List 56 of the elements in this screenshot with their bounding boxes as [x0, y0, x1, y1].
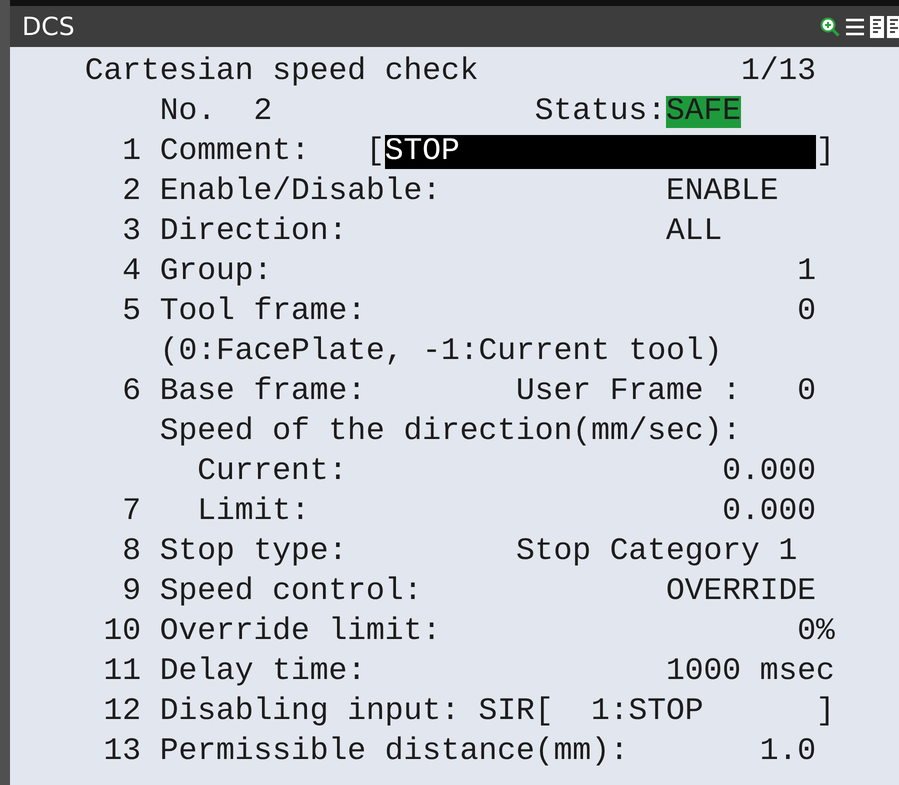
item-number: 10 [103, 613, 141, 651]
item-number: 11 [103, 653, 141, 691]
item-value[interactable]: SIR[ 1:STOP ] [478, 692, 835, 732]
item-number: 8 [122, 533, 141, 571]
item-value[interactable]: 1 [797, 252, 816, 292]
item-number: 9 [122, 573, 141, 611]
item-number: 6 [122, 373, 141, 411]
status-label: Status: [534, 93, 666, 131]
item-value[interactable]: ALL [666, 212, 722, 252]
item-value[interactable]: 0.000 [722, 452, 816, 492]
item-label: Base frame: [160, 373, 366, 411]
item-value[interactable]: 1.0 [760, 732, 816, 772]
item-label: Current: [197, 453, 348, 491]
item-label: (0:FacePlate, -1:Current tool) [160, 333, 722, 371]
item-value[interactable]: 0 [797, 292, 816, 332]
bracket: [ [366, 133, 385, 171]
item-number: 2 [122, 173, 141, 211]
screen-title: Cartesian speed check [84, 53, 479, 91]
item-label: Delay time: [160, 653, 366, 691]
status-badge: SAFE [666, 96, 742, 128]
item-label: Override limit: [160, 613, 442, 651]
item-value[interactable]: 1000 msec [666, 652, 835, 692]
item-number: 5 [122, 293, 141, 331]
item-number: 1 [122, 133, 141, 171]
item-label: Stop type: [160, 533, 348, 571]
item-label: Disabling input: [160, 693, 460, 731]
comment-field[interactable]: STOP [384, 135, 816, 169]
item-label: Enable/Disable: [160, 173, 442, 211]
item-label: Group: [160, 253, 272, 291]
item-number: 13 [103, 733, 141, 771]
item-value[interactable]: Stop Category 1 [516, 532, 798, 572]
item-number: 3 [122, 213, 141, 251]
item-label: Comment: [160, 133, 310, 171]
bracket: ] [816, 133, 835, 171]
number-label: No. [160, 93, 216, 131]
item-value[interactable]: 0% [797, 612, 835, 652]
item-number: 4 [122, 253, 141, 291]
item-number: 7 [122, 493, 141, 531]
item-label: Speed of the direction(mm/sec): [160, 413, 742, 451]
panel-icon[interactable] [869, 14, 899, 38]
item-value[interactable]: 0 [797, 372, 816, 412]
item-label: Direction: [160, 213, 348, 251]
item-label: Tool frame: [160, 293, 366, 331]
zoom-in-icon[interactable] [819, 16, 841, 38]
item-number: 12 [103, 693, 141, 731]
item-label: Speed control: [160, 573, 422, 611]
menu-icon[interactable] [845, 16, 865, 36]
user-frame-label: User Frame : [516, 373, 742, 411]
page-indicator: 1/13 [740, 53, 816, 91]
number-value: 2 [254, 93, 272, 131]
item-value[interactable]: 0.000 [722, 492, 816, 532]
item-label: Limit: [197, 493, 310, 531]
item-value[interactable]: OVERRIDE [666, 572, 816, 612]
window-title: DCS [22, 12, 75, 41]
item-value[interactable]: ENABLE [666, 172, 779, 212]
item-label: Permissible distance(mm): [160, 733, 629, 771]
